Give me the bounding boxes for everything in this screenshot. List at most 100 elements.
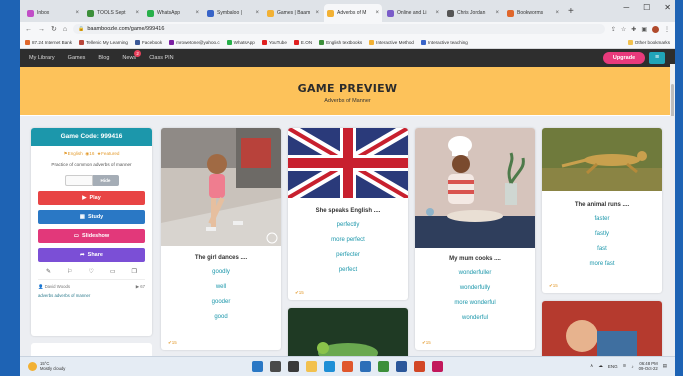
windows-start-icon[interactable] — [252, 361, 263, 372]
tab-close-icon[interactable]: × — [495, 10, 499, 16]
tray-chevron-icon[interactable]: ∧ — [590, 363, 593, 369]
browser-tab[interactable]: TOOLS Sept × — [84, 4, 142, 22]
answer-option[interactable]: more perfect — [288, 237, 408, 243]
tab-close-icon[interactable]: × — [375, 10, 379, 16]
question-card[interactable]: She speaks English .... perfectly more pe… — [288, 128, 408, 300]
weather-widget[interactable]: 15°C Mostly cloudy — [28, 361, 65, 371]
hamburger-icon[interactable]: ≡ — [649, 52, 665, 64]
bookmark-star-icon[interactable]: ☆ — [621, 26, 626, 33]
folder-icon[interactable]: ▭ — [110, 268, 116, 275]
tab-close-icon[interactable]: × — [555, 10, 559, 16]
bookmark-item[interactable]: YouTube — [261, 39, 287, 45]
game-tags[interactable]: adverbs adverbs of manner — [38, 293, 145, 298]
answer-option[interactable]: goodly — [161, 269, 281, 275]
copy-icon[interactable]: ❐ — [132, 268, 137, 275]
play-button[interactable]: ▶ Play — [38, 191, 145, 206]
share-button[interactable]: ➦ Share — [38, 248, 145, 263]
share-page-icon[interactable]: ⇪ — [611, 26, 616, 33]
slideshow-button[interactable]: ▭ Slideshow — [38, 229, 145, 244]
tab-close-icon[interactable]: × — [135, 10, 139, 16]
bookmark-item[interactable]: WhatsApp — [226, 39, 255, 45]
answer-option[interactable]: good — [161, 314, 281, 320]
bookmark-item[interactable]: mrowetone@yahoo.c — [169, 39, 220, 45]
heart-icon[interactable]: ♡ — [88, 268, 93, 275]
chrome-icon[interactable] — [342, 361, 353, 372]
profile-avatar[interactable] — [652, 25, 659, 33]
minimize-icon[interactable]: ─ — [623, 3, 629, 12]
bookmark-item[interactable]: Interactive teaching — [420, 39, 468, 45]
answer-option[interactable]: perfecter — [288, 252, 408, 258]
tab-close-icon[interactable]: × — [315, 10, 319, 16]
tab-close-icon[interactable]: × — [255, 10, 259, 16]
home-icon[interactable]: ⌂ — [63, 26, 67, 33]
search-icon[interactable] — [270, 361, 281, 372]
browser-tab[interactable]: WhatsApp × — [144, 4, 202, 22]
clock[interactable]: 06:48 PM 09-Oct-22 — [639, 361, 658, 372]
reload-icon[interactable]: ↻ — [51, 25, 57, 33]
file-explorer-icon[interactable] — [306, 361, 317, 372]
notification-icon[interactable]: ▤ — [663, 363, 667, 369]
extensions-icon[interactable]: ✚ — [631, 26, 636, 33]
bookmark-item[interactable]: Facebook — [134, 39, 162, 45]
browser-tab[interactable]: Online and Li × — [384, 4, 442, 22]
study-button[interactable]: ▦ Study — [38, 210, 145, 225]
mail-icon[interactable] — [378, 361, 389, 372]
hide-toggle[interactable] — [64, 175, 93, 187]
bookmark-item[interactable]: Tellenic My Learning — [79, 39, 128, 45]
wifi-icon[interactable]: ≋ — [623, 363, 627, 369]
question-card[interactable]: My mum cooks .... wonderfuller wonderfull… — [415, 128, 535, 350]
bookmark-item[interactable]: E.ON — [293, 39, 312, 45]
edit-icon[interactable]: ✎ — [46, 268, 51, 275]
bookmark-item[interactable]: Interactive Method — [369, 39, 414, 45]
nav-link-games[interactable]: Games — [68, 55, 86, 61]
maximize-icon[interactable]: ☐ — [643, 3, 650, 12]
answer-option[interactable]: well — [161, 284, 281, 290]
answer-option[interactable]: gooder — [161, 299, 281, 305]
answer-option[interactable]: wonderfully — [415, 285, 535, 291]
question-card[interactable] — [542, 301, 662, 356]
question-card[interactable] — [288, 308, 408, 356]
media-icon[interactable] — [432, 361, 443, 372]
answer-option[interactable]: wonderful — [415, 315, 535, 321]
tab-close-icon[interactable]: × — [75, 10, 79, 16]
answer-option[interactable]: fastly — [542, 231, 662, 237]
cloud-icon[interactable]: ☁ — [598, 363, 603, 369]
task-view-icon[interactable] — [288, 361, 299, 372]
answer-option[interactable]: more wonderful — [415, 300, 535, 306]
answer-option[interactable]: perfectly — [288, 222, 408, 228]
kebab-menu-icon[interactable]: ⋮ — [664, 26, 670, 33]
word-icon[interactable] — [396, 361, 407, 372]
bookmark-item[interactable]: 87.24 Internet Bank — [25, 39, 72, 45]
tab-close-icon[interactable]: × — [435, 10, 439, 16]
close-icon[interactable]: ✕ — [664, 3, 671, 12]
question-card[interactable]: The girl dances .... goodly well gooder goo… — [161, 128, 281, 350]
report-flag-icon[interactable]: ⚐ — [67, 268, 72, 275]
answer-option[interactable]: faster — [542, 216, 662, 222]
back-icon[interactable]: ← — [25, 26, 32, 33]
browser-tab[interactable]: Games | Baam × — [264, 4, 322, 22]
browser-tab[interactable]: Symbaloo | × — [204, 4, 262, 22]
nav-link-blog[interactable]: Blog — [98, 55, 109, 61]
browser-tab[interactable]: Bookworms × — [504, 4, 562, 22]
new-tab-button[interactable]: + — [564, 4, 578, 22]
sidepanel-icon[interactable]: ▣ — [641, 26, 647, 33]
nav-link-news[interactable]: News 2 — [122, 50, 142, 61]
browser-tab[interactable]: Chris Jordan × — [444, 4, 502, 22]
answer-option[interactable]: more fast — [542, 261, 662, 267]
question-card[interactable]: The animal runs .... faster fastly fast mor… — [542, 128, 662, 293]
url-field[interactable]: 🔒 baamboozle.com/game/999416 — [73, 24, 605, 34]
browser-tab[interactable]: Inbox × — [24, 4, 82, 22]
edge-icon[interactable] — [324, 361, 335, 372]
store-icon[interactable] — [360, 361, 371, 372]
forward-icon[interactable]: → — [38, 26, 45, 33]
lang-indicator[interactable]: ENG — [608, 364, 618, 369]
other-bookmarks[interactable]: Other bookmarks — [627, 39, 670, 45]
powerpoint-icon[interactable] — [414, 361, 425, 372]
answer-option[interactable]: fast — [542, 246, 662, 252]
answer-option[interactable]: perfect — [288, 267, 408, 273]
author-name[interactable]: 👤 David Woods — [38, 284, 70, 290]
bookmark-item[interactable]: English textbooks — [319, 39, 362, 45]
answer-option[interactable]: wonderfuller — [415, 270, 535, 276]
hide-button[interactable]: Hide — [92, 175, 119, 187]
upgrade-button[interactable]: Upgrade — [603, 52, 645, 64]
